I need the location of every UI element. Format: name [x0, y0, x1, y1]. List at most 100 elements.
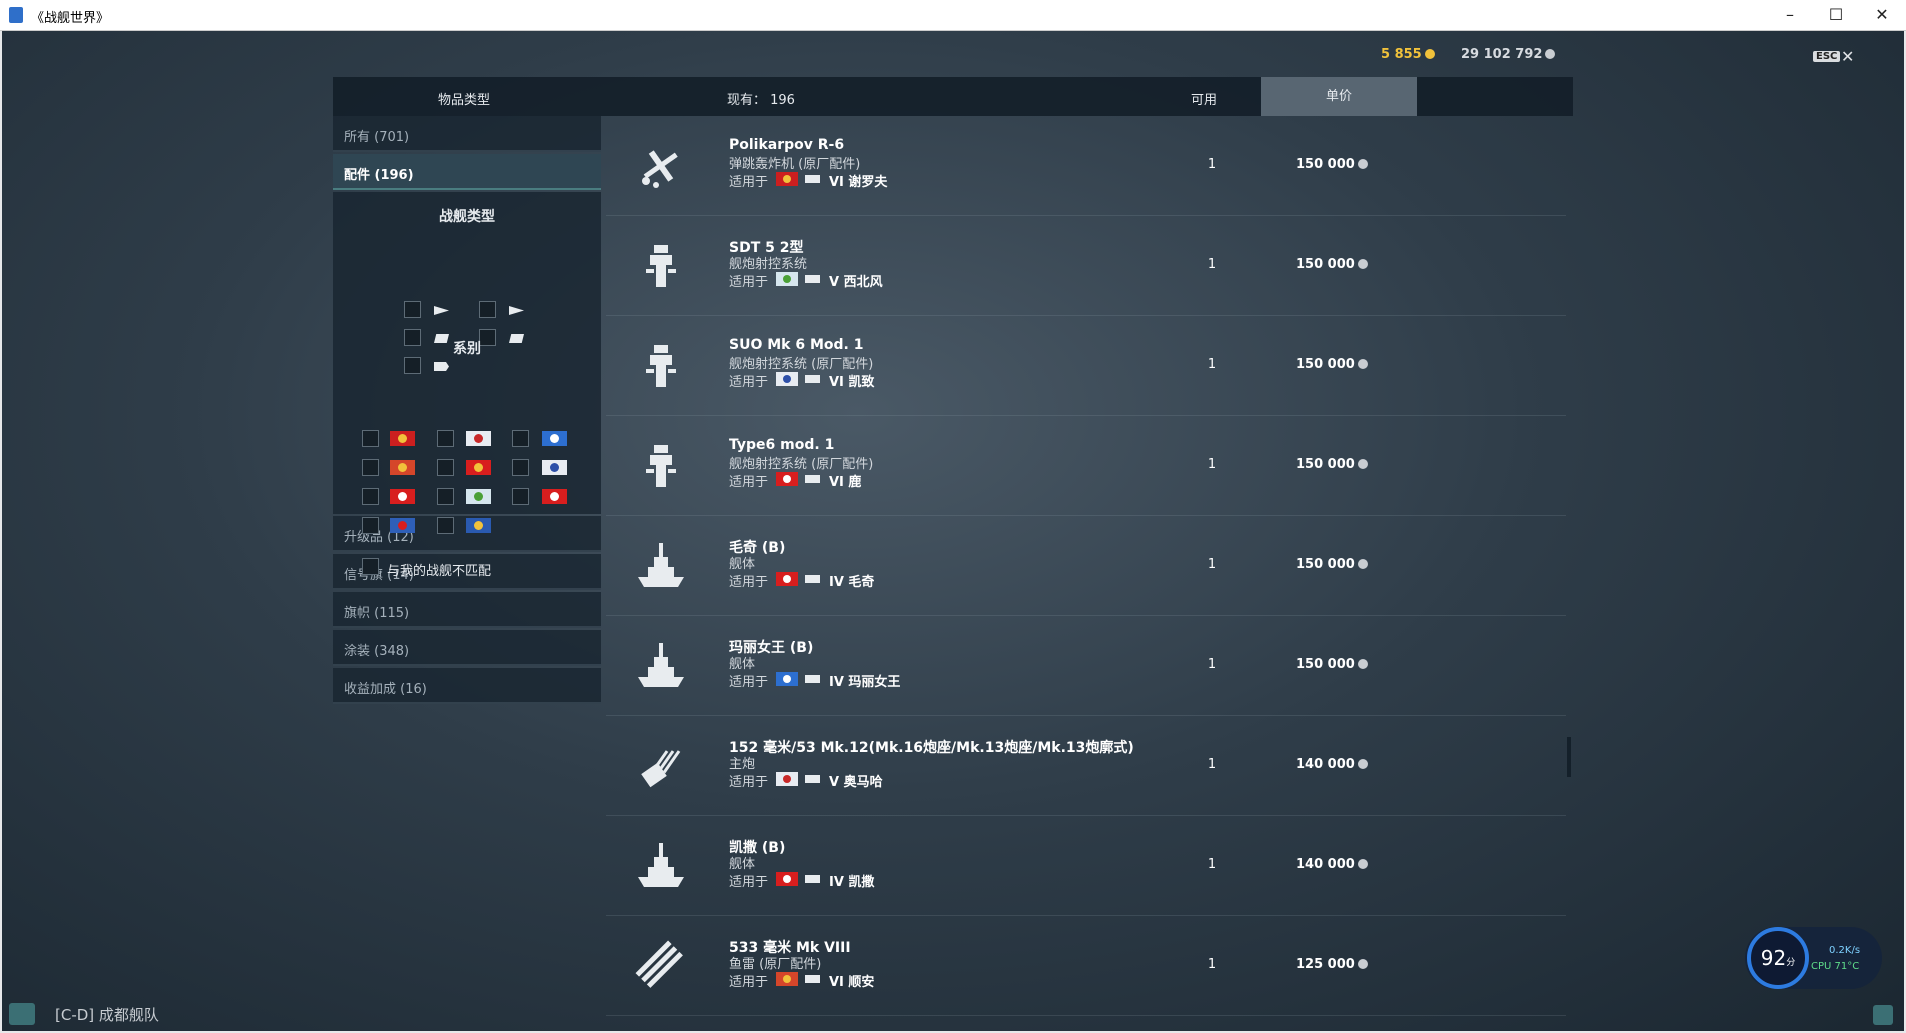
- filter-panel: 战舰类型 系别 与我的战舰不匹配: [333, 192, 601, 579]
- item-list: Polikarpov R-6 弹跳轰炸机 (原厂配件) 适用于 VI 谢罗夫 1 150 …: [606, 116, 1566, 1016]
- category-all[interactable]: 所有 (701): [333, 116, 601, 152]
- nation-checkbox-11[interactable]: [437, 517, 454, 534]
- nation-checkbox-5[interactable]: [437, 459, 454, 476]
- applies-to-label: 适用于: [729, 875, 769, 890]
- fire-control-icon: [634, 239, 688, 293]
- hull-icon: [634, 639, 688, 693]
- item-subtitle: 舰体: [729, 557, 756, 572]
- main-gun-icon: [634, 739, 688, 793]
- header-item-type: 物品类型: [438, 93, 491, 108]
- header-unit-price[interactable]: 单价: [1261, 77, 1417, 116]
- item-quantity: 1: [1207, 857, 1217, 872]
- list-item[interactable]: Type6 mod. 1 舰炮射控系统 (原厂配件) 适用于 VI 鹿 1 150 000: [606, 416, 1566, 516]
- table-header: 物品类型 现有： 196 可用 单价: [333, 77, 1573, 116]
- cruiser-icon: [509, 306, 524, 315]
- nation-checkbox-4[interactable]: [362, 459, 379, 476]
- category-sidebar: 所有 (701) 配件 (196) 战舰类型 系别 与我的战舰不匹配 升级品 (…: [333, 116, 601, 706]
- header-available[interactable]: 可用: [1191, 89, 1217, 108]
- item-name: Type6 mod. 1: [729, 437, 835, 453]
- list-item[interactable]: Polikarpov R-6 弹跳轰炸机 (原厂配件) 适用于 VI 谢罗夫 1 150 …: [606, 116, 1566, 216]
- france-flag-icon: [542, 460, 567, 475]
- close-inventory-button[interactable]: ✕: [1841, 47, 1854, 66]
- doubloons-balance: 5 855: [1381, 47, 1435, 62]
- item-quantity: 1: [1207, 557, 1217, 572]
- nation-flag-icon: [776, 172, 798, 186]
- nation-checkbox-9[interactable]: [512, 488, 529, 505]
- ship-name: VI 凯致: [829, 375, 875, 390]
- list-item[interactable]: 152 毫米/53 Mk.12(Mk.16炮座/Mk.13炮座/Mk.13炮廓式…: [606, 716, 1566, 816]
- ship-class-icon: [805, 375, 820, 383]
- cruiser-filter-checkbox[interactable]: [479, 301, 496, 318]
- pan-asia-flag-icon: [390, 460, 415, 475]
- destroyer-icon: [434, 306, 449, 315]
- category-item-2[interactable]: 旗帜 (115): [333, 592, 601, 628]
- hull-icon: [634, 839, 688, 893]
- item-price: 150 000: [1296, 257, 1368, 272]
- nation-checkbox-6[interactable]: [512, 459, 529, 476]
- list-item[interactable]: 玛丽女王 (B) 舰体 适用于 IV 玛丽女王 1 150 000: [606, 616, 1566, 716]
- nation-checkbox-3[interactable]: [512, 430, 529, 447]
- ship-class-icon: [805, 175, 820, 183]
- category-upgrades[interactable]: 配件 (196): [333, 154, 601, 190]
- nation-checkbox-7[interactable]: [362, 488, 379, 505]
- applies-to-label: 适用于: [729, 775, 769, 790]
- item-price: 140 000: [1296, 857, 1368, 872]
- fire-control-icon: [634, 339, 688, 393]
- germany-flag-icon: [542, 489, 567, 504]
- ship-name: IV 毛奇: [829, 575, 875, 590]
- minimize-button[interactable]: –: [1767, 0, 1813, 31]
- ship-type-filter-title: 战舰类型: [439, 209, 495, 225]
- list-item[interactable]: SDT 5 2型 舰炮射控系统 适用于 V 西北风 1 150 000: [606, 216, 1566, 316]
- list-item[interactable]: SUO Mk 6 Mod. 1 舰炮射控系统 (原厂配件) 适用于 VI 凯致 1 150…: [606, 316, 1566, 416]
- item-price: 150 000: [1296, 657, 1368, 672]
- close-window-button[interactable]: ✕: [1859, 0, 1905, 31]
- credits-balance: 29 102 792: [1461, 47, 1556, 62]
- mismatch-filter-checkbox[interactable]: [362, 558, 379, 575]
- item-price: 150 000: [1296, 457, 1368, 472]
- ship-name: IV 玛丽女王: [829, 675, 901, 690]
- nation-checkbox-10[interactable]: [362, 517, 379, 534]
- list-item[interactable]: 533 毫米 Mk VIII 鱼雷 (原厂配件) 适用于 VI 顺安 1 125 000: [606, 916, 1566, 1016]
- notification-bell-icon[interactable]: [1873, 1005, 1893, 1025]
- nation-checkbox-1[interactable]: [362, 430, 379, 447]
- nation-checkbox-8[interactable]: [437, 488, 454, 505]
- category-item-4[interactable]: 收益加成 (16): [333, 668, 601, 704]
- list-scrollbar[interactable]: [1567, 737, 1571, 777]
- score-gauge: 92分: [1747, 927, 1809, 989]
- nation-flag-icon: [776, 272, 798, 286]
- window-titlebar: 《战舰世界》 – ☐ ✕: [0, 0, 1906, 31]
- list-item[interactable]: 凯撒 (B) 舰体 适用于 IV 凯撒 1 140 000: [606, 816, 1566, 916]
- ship-name: VI 顺安: [829, 975, 875, 990]
- esc-key-hint: ESC: [1813, 51, 1841, 62]
- credit-icon: [1357, 959, 1368, 969]
- ship-class-icon: [805, 675, 820, 683]
- submarine-filter-checkbox[interactable]: [404, 357, 421, 374]
- clan-tag[interactable]: [C-D] 成都舰队: [55, 1004, 159, 1025]
- maximize-button[interactable]: ☐: [1813, 0, 1859, 31]
- item-subtitle: 舰体: [729, 857, 756, 872]
- usa-flag-icon: [466, 431, 491, 446]
- credit-icon: [1545, 49, 1556, 59]
- item-quantity: 1: [1207, 957, 1217, 972]
- item-subtitle: 舰炮射控系统 (原厂配件): [729, 457, 874, 472]
- pan-america-flag-icon: [466, 518, 491, 533]
- chat-button[interactable]: [9, 1003, 35, 1025]
- destroyer-filter-checkbox[interactable]: [404, 301, 421, 318]
- item-subtitle: 主炮: [729, 757, 756, 772]
- japan-flag-icon: [390, 489, 415, 504]
- ship-name: VI 谢罗夫: [829, 175, 888, 190]
- uk-flag-icon: [542, 431, 567, 446]
- window-title: 《战舰世界》: [31, 11, 110, 26]
- nation-flag-icon: [776, 972, 798, 986]
- item-subtitle: 鱼雷 (原厂配件): [729, 957, 822, 972]
- submarine-icon: [434, 362, 449, 371]
- nation-flag-icon: [776, 472, 798, 486]
- item-name: SUO Mk 6 Mod. 1: [729, 337, 864, 353]
- ship-class-icon: [805, 275, 820, 283]
- nation-checkbox-2[interactable]: [437, 430, 454, 447]
- list-item[interactable]: 毛奇 (B) 舰体 适用于 IV 毛奇 1 150 000: [606, 516, 1566, 616]
- category-item-3[interactable]: 涂装 (348): [333, 630, 601, 666]
- nation-filter-title: 系别: [453, 341, 481, 357]
- credit-icon: [1357, 159, 1368, 169]
- item-price: 150 000: [1296, 157, 1368, 172]
